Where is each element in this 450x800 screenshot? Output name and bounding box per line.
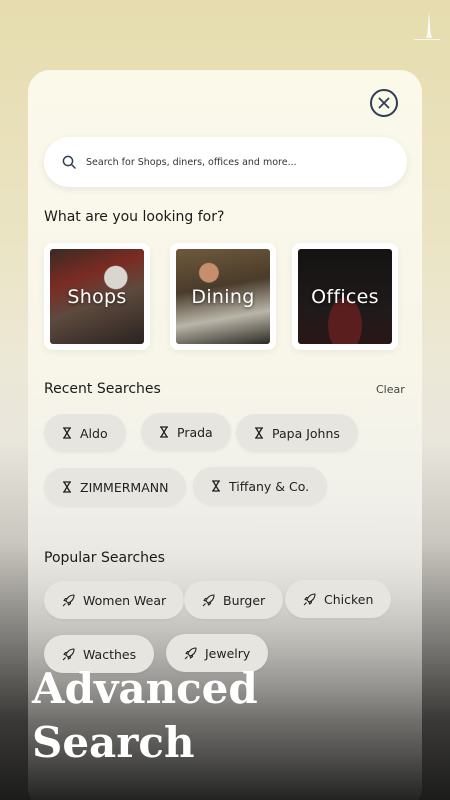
- recent-chip[interactable]: ZIMMERMANN: [44, 468, 187, 506]
- tower-logo-icon: [410, 10, 444, 44]
- promo-line-1: Advanced: [32, 664, 258, 713]
- chip-label: ZIMMERMANN: [80, 479, 169, 495]
- search-input[interactable]: [86, 156, 376, 168]
- category-label: Dining: [191, 285, 255, 308]
- chip-label: Jewelry: [205, 645, 251, 661]
- rocket-icon: [62, 647, 75, 660]
- recent-chip[interactable]: Prada: [141, 413, 231, 451]
- chip-label: Papa Johns: [272, 425, 340, 441]
- category-dining[interactable]: Dining: [170, 243, 276, 350]
- categories-heading: What are you looking for?: [44, 209, 225, 225]
- recent-searches-heading: Recent Searches: [44, 381, 161, 397]
- hourglass-icon: [212, 480, 220, 492]
- recent-chip[interactable]: Papa Johns: [236, 414, 358, 452]
- category-label: Offices: [311, 285, 379, 308]
- hourglass-icon: [160, 426, 168, 438]
- chip-label: Burger: [223, 592, 266, 608]
- chip-label: Chicken: [324, 591, 374, 607]
- clear-recent-button[interactable]: Clear: [376, 383, 405, 396]
- rocket-icon: [184, 646, 197, 659]
- close-icon: [378, 97, 390, 109]
- promo-line-2: Search: [32, 718, 195, 767]
- offices-image: Offices: [298, 249, 392, 344]
- category-offices[interactable]: Offices: [292, 243, 398, 350]
- category-shops[interactable]: Shops: [44, 243, 150, 350]
- hourglass-icon: [255, 427, 263, 439]
- category-label: Shops: [67, 285, 127, 308]
- dining-image: Dining: [176, 249, 270, 344]
- popular-chip[interactable]: Women Wear: [44, 581, 185, 619]
- rocket-icon: [62, 593, 75, 606]
- search-bar[interactable]: [44, 137, 407, 187]
- hourglass-icon: [63, 427, 71, 439]
- chip-label: Wacthes: [83, 646, 137, 662]
- close-button[interactable]: [370, 89, 398, 117]
- popular-chip[interactable]: Burger: [184, 581, 284, 619]
- chip-label: Women Wear: [83, 592, 167, 608]
- hourglass-icon: [63, 481, 71, 493]
- chip-label: Prada: [177, 424, 213, 440]
- chip-label: Aldo: [80, 425, 108, 441]
- recent-chip[interactable]: Tiffany & Co.: [193, 467, 328, 505]
- recent-chip[interactable]: Aldo: [44, 414, 126, 452]
- search-icon: [62, 155, 76, 169]
- promo-headline: Advanced Search: [32, 662, 332, 770]
- rocket-icon: [202, 593, 215, 606]
- popular-chip[interactable]: Chicken: [285, 580, 392, 618]
- chip-label: Tiffany & Co.: [229, 478, 310, 494]
- rocket-icon: [303, 592, 316, 605]
- shops-image: Shops: [50, 249, 144, 344]
- popular-searches-heading: Popular Searches: [44, 550, 165, 566]
